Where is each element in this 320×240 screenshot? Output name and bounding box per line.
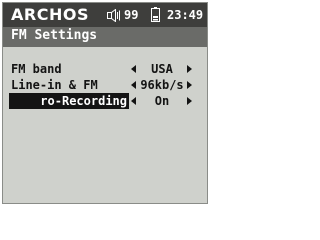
arrow-right-icon[interactable] [187, 81, 192, 89]
speaker-icon [107, 9, 120, 22]
setting-row-fm-band[interactable]: FM band USA [3, 61, 207, 77]
setting-value: USA [151, 62, 173, 76]
page-title: FM Settings [11, 28, 98, 43]
setting-value: On [154, 94, 170, 108]
arrow-left-icon[interactable] [131, 97, 136, 105]
title-bar: FM Settings [3, 27, 207, 47]
device-bezel: ARCHOS 99 23:49 FM Settings FM band USA … [0, 0, 209, 206]
setting-row-auto-recording[interactable]: ro-Recording On [3, 93, 207, 109]
setting-row-line-in-fm[interactable]: Line-in & FM 96kb/s [3, 77, 207, 93]
arrow-right-icon[interactable] [187, 65, 192, 73]
setting-label-text: ro-Recording [40, 94, 127, 108]
volume-level: 99 [124, 8, 139, 22]
arrow-right-icon[interactable] [187, 97, 192, 105]
arrow-left-icon[interactable] [131, 65, 136, 73]
clock: 23:49 [167, 8, 204, 22]
device-screen: ARCHOS 99 23:49 FM Settings FM band USA … [2, 2, 208, 204]
battery-icon [151, 7, 160, 22]
setting-value: 96kb/s [140, 78, 184, 92]
status-bar: ARCHOS 99 23:49 [3, 3, 207, 27]
setting-label: Line-in & FM [11, 78, 98, 92]
arrow-left-icon[interactable] [131, 81, 136, 89]
setting-label-selected: ro-Recording [9, 93, 129, 109]
brand-logo: ARCHOS [11, 5, 89, 24]
setting-label: FM band [11, 62, 62, 76]
